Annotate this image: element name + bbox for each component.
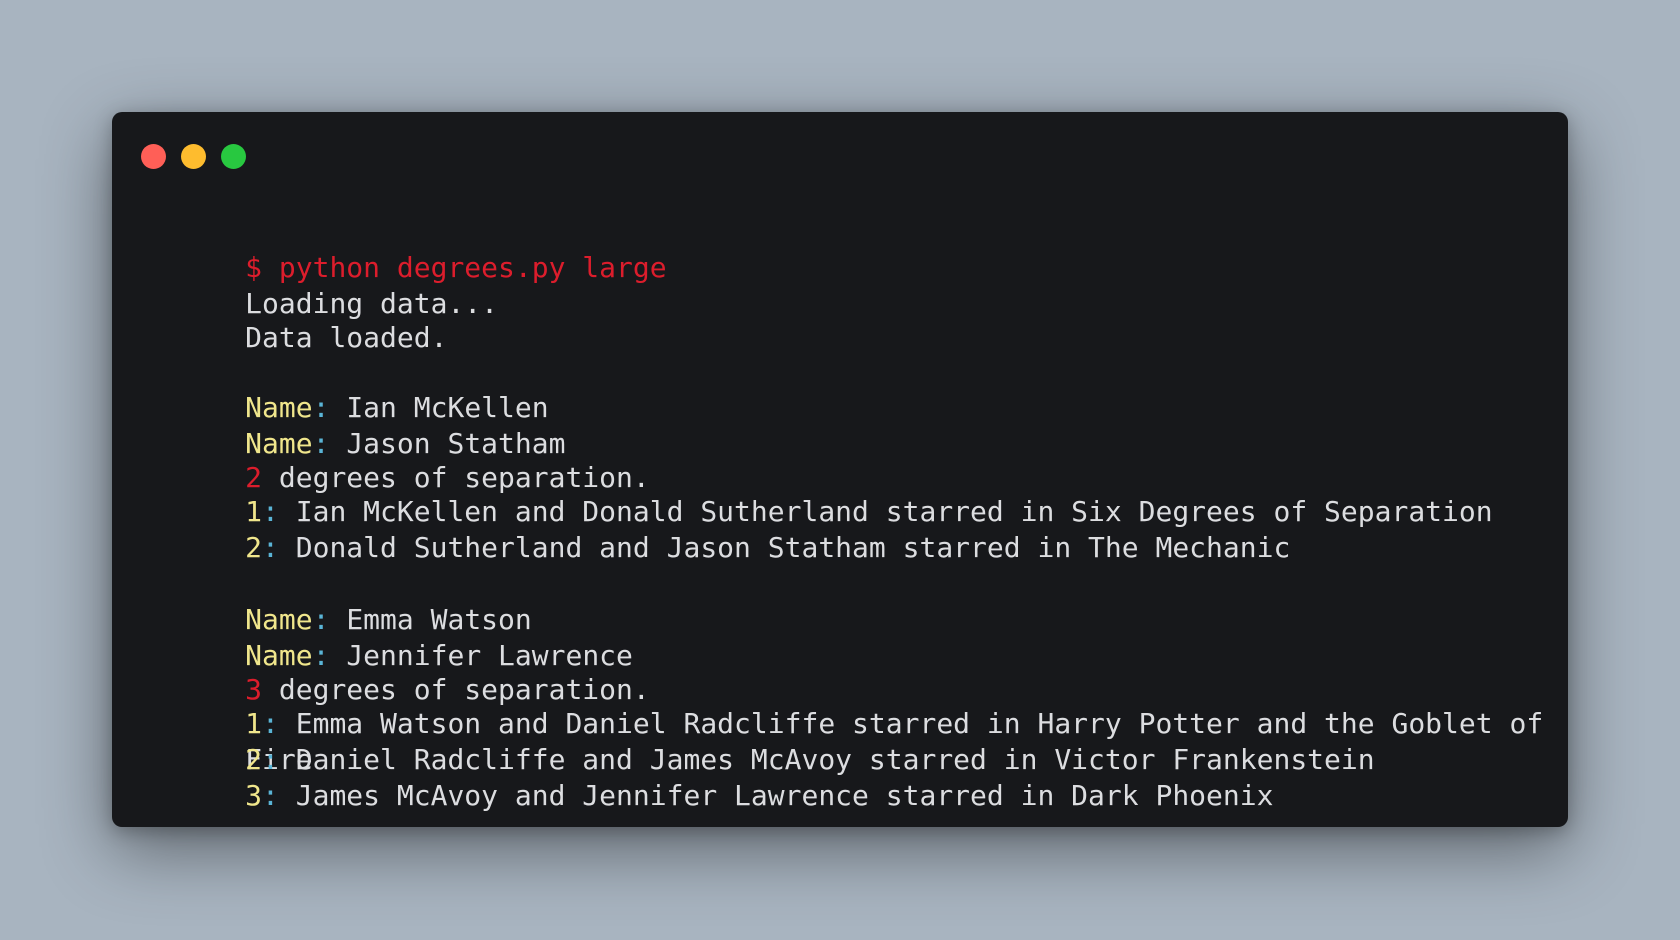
step-number: 3 [245, 779, 263, 812]
path-step: 2: Daniel Radcliffe and James McAvoy sta… [144, 706, 1374, 776]
path-step: 2: Donald Sutherland and Jason Statham s… [144, 494, 1290, 564]
step-number: 2 [245, 531, 263, 564]
path-step: 3: James McAvoy and Jennifer Lawrence st… [144, 742, 1273, 812]
name-prompt-source: Name: Ian McKellen [144, 354, 548, 424]
name-prompt-target: Name: Jennifer Lawrence [144, 602, 633, 672]
output-line: Loading data... [144, 250, 498, 320]
colon: : [262, 531, 296, 564]
path-step: 1: Ian McKellen and Donald Sutherland st… [144, 458, 1492, 528]
colon: : [262, 779, 296, 812]
terminal-window: $ python degrees.py large Loading data..… [112, 112, 1568, 827]
degrees-line: 2 degrees of separation. [144, 424, 650, 494]
loaded-text: Data loaded. [245, 321, 448, 354]
path-step: 1: Emma Watson and Daniel Radcliffe star… [144, 670, 1543, 740]
degrees-line: 3 degrees of separation. [144, 636, 650, 706]
step-text: Donald Sutherland and Jason Statham star… [295, 531, 1291, 564]
name-prompt-source: Name: Emma Watson [144, 566, 532, 636]
step-text: James McAvoy and Jennifer Lawrence starr… [295, 779, 1274, 812]
name-prompt-target: Name: Jason Statham [144, 390, 565, 460]
terminal-output[interactable]: $ python degrees.py large Loading data..… [144, 112, 1548, 827]
output-line: Data loaded. [144, 284, 447, 354]
command-line: $ python degrees.py large [144, 214, 666, 284]
